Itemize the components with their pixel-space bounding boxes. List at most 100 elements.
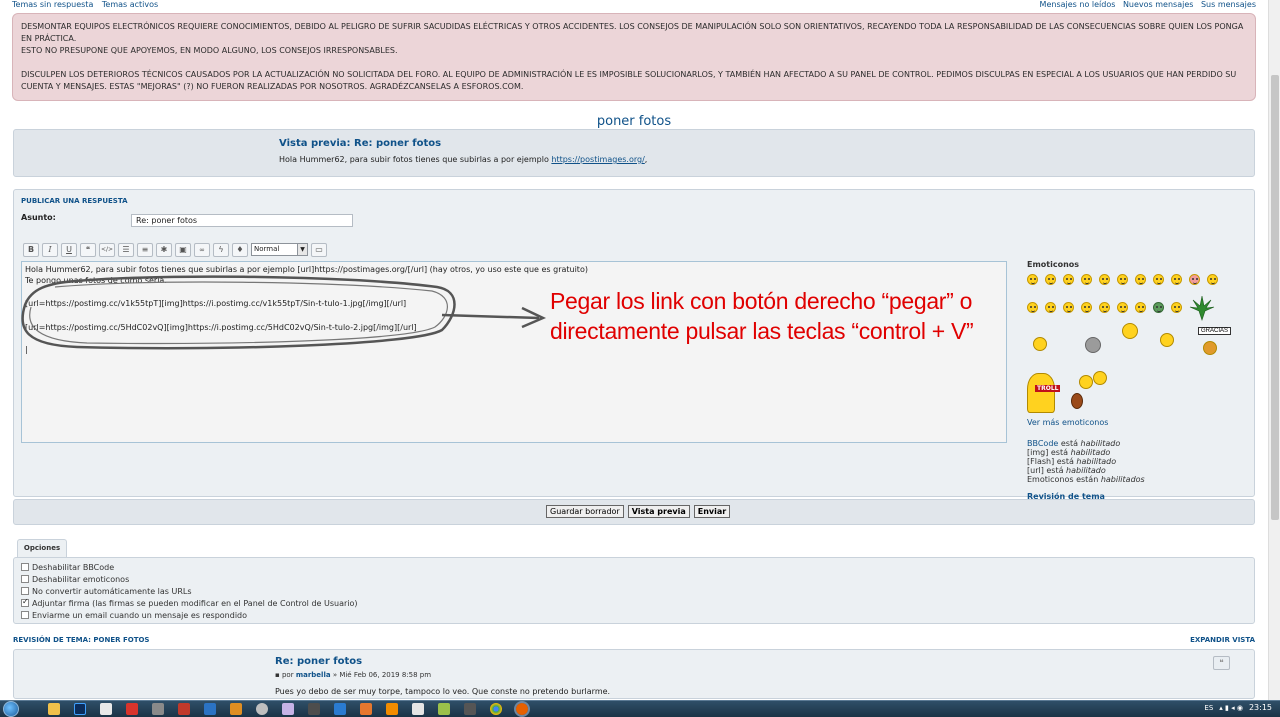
link-own-posts[interactable]: Sus mensajes <box>1201 0 1256 9</box>
submit-button[interactable]: Enviar <box>693 505 731 518</box>
eating-smiley-icon[interactable] <box>1085 337 1101 353</box>
smiley-icon[interactable] <box>1027 274 1038 285</box>
numbered-list-icon[interactable]: ≡ <box>137 243 153 257</box>
font-size-select[interactable]: Normal ▼ <box>251 243 308 256</box>
cannabis-leaf-icon[interactable] <box>1189 294 1215 321</box>
smiley-icon[interactable] <box>1135 302 1146 313</box>
app-icon[interactable] <box>334 703 346 715</box>
tab-options[interactable]: Opciones <box>17 539 67 557</box>
tray-icons[interactable]: ▴ ▮ ◂ ◉ <box>1219 704 1243 712</box>
checkbox[interactable] <box>21 611 29 619</box>
smiley-icon[interactable] <box>1099 274 1110 285</box>
band-smiley-icon[interactable] <box>1079 375 1093 389</box>
quote-icon[interactable]: ❝ <box>1213 656 1230 670</box>
backpack-smiley-icon[interactable] <box>1122 323 1138 339</box>
app-icon[interactable] <box>204 703 216 715</box>
list-icon[interactable]: ☰ <box>118 243 134 257</box>
link-unread-posts[interactable]: Mensajes no leídos <box>1040 0 1116 9</box>
app-icon[interactable] <box>178 703 190 715</box>
app-icon[interactable] <box>412 703 424 715</box>
smiley-icon[interactable] <box>1153 302 1164 313</box>
checkbox-checked[interactable] <box>21 597 29 607</box>
checkbox[interactable] <box>21 587 29 595</box>
color-icon[interactable]: ♦ <box>232 243 248 257</box>
smiley-icon[interactable] <box>1045 274 1056 285</box>
band-smiley-icon-2[interactable] <box>1093 371 1107 385</box>
smiley-icon[interactable] <box>1171 274 1182 285</box>
smiley-icon[interactable] <box>1099 302 1110 313</box>
bbcode-link[interactable]: BBCode <box>1027 439 1058 448</box>
bold-button[interactable]: B <box>23 243 39 257</box>
guitar-icon[interactable] <box>1071 393 1083 409</box>
gracias-sign[interactable]: GRACIAS <box>1198 327 1232 335</box>
preview-toggle-icon[interactable]: ▭ <box>311 243 327 257</box>
link-active-topics[interactable]: Temas activos <box>102 0 158 9</box>
smiley-icon[interactable] <box>1189 274 1200 285</box>
checkbox[interactable] <box>21 575 29 583</box>
quote-icon[interactable]: ❝ <box>80 243 96 257</box>
option-disable-bbcode[interactable]: Deshabilitar BBCode <box>21 561 358 573</box>
app-icon[interactable] <box>152 703 164 715</box>
start-button[interactable] <box>3 701 19 717</box>
waving-smiley-icon[interactable] <box>1033 337 1047 351</box>
app-icon[interactable] <box>438 703 450 715</box>
underline-button[interactable]: U <box>61 243 77 257</box>
photoshop-icon[interactable] <box>74 703 86 715</box>
smiley-icon[interactable] <box>1081 302 1092 313</box>
smiley-icon[interactable] <box>1063 274 1074 285</box>
link-new-posts[interactable]: Nuevos mensajes <box>1123 0 1193 9</box>
app-icon[interactable] <box>230 703 242 715</box>
explorer-icon[interactable] <box>48 703 60 715</box>
option-disable-emoticons[interactable]: Deshabilitar emoticonos <box>21 573 358 585</box>
smiley-icon[interactable] <box>1117 274 1128 285</box>
review-post-title[interactable]: Re: poner fotos <box>275 656 610 667</box>
option-attach-signature[interactable]: Adjuntar firma (las firmas se pueden mod… <box>21 597 358 609</box>
flash-icon[interactable]: ϟ <box>213 243 229 257</box>
smiley-icon[interactable] <box>1117 302 1128 313</box>
subject-input[interactable] <box>131 214 353 227</box>
app-icon[interactable] <box>126 703 138 715</box>
smiley-icon[interactable] <box>1063 302 1074 313</box>
smiley-icon[interactable] <box>1081 274 1092 285</box>
clock[interactable]: 23:15 <box>1249 703 1272 712</box>
checkbox[interactable] <box>21 563 29 571</box>
app-icon[interactable] <box>308 703 320 715</box>
expand-view-link[interactable]: EXPANDIR VISTA <box>1190 636 1255 644</box>
topic-title[interactable]: poner fotos <box>0 114 1268 129</box>
preview-text: Hola Hummer62, para subir fotos tienes q… <box>279 155 647 164</box>
firefox-icon[interactable] <box>514 701 530 717</box>
language-indicator[interactable]: ES <box>1204 704 1213 712</box>
option-no-magic-urls[interactable]: No convertir automáticamente las URLs <box>21 585 358 597</box>
link-unanswered-topics[interactable]: Temas sin respuesta <box>12 0 93 9</box>
app-icon[interactable] <box>256 703 268 715</box>
more-emoticons-link[interactable]: Ver más emoticonos <box>1027 418 1247 427</box>
preview-button[interactable]: Vista previa <box>627 505 690 518</box>
gracias-smiley-icon[interactable] <box>1203 341 1217 355</box>
image-icon[interactable]: ▣ <box>175 243 191 257</box>
chrome-icon[interactable] <box>490 703 502 715</box>
smiley-icon[interactable] <box>1207 274 1218 285</box>
smiley-icon[interactable] <box>1045 302 1056 313</box>
smiley-icon[interactable] <box>1135 274 1146 285</box>
scrollbar-thumb[interactable] <box>1271 75 1279 520</box>
post-author[interactable]: marbella <box>296 671 331 679</box>
vlc-icon[interactable] <box>386 703 398 715</box>
app-icon[interactable] <box>464 703 476 715</box>
page-scrollbar[interactable] <box>1268 0 1280 700</box>
reply-header: PUBLICAR UNA RESPUESTA <box>21 197 128 205</box>
italic-button[interactable]: I <box>42 243 58 257</box>
option-notify-reply[interactable]: Enviarme un email cuando un mensaje es r… <box>21 609 358 621</box>
app-icon[interactable] <box>100 703 112 715</box>
troll-icon[interactable] <box>1027 373 1055 413</box>
preview-link[interactable]: https://postimages.org/ <box>551 155 644 164</box>
smiley-icon[interactable] <box>1027 302 1038 313</box>
save-draft-button[interactable]: Guardar borrador <box>546 505 624 518</box>
app-icon[interactable] <box>282 703 294 715</box>
app-icon[interactable] <box>360 703 372 715</box>
list-item-icon[interactable]: ✱ <box>156 243 172 257</box>
smiley-icon[interactable] <box>1171 302 1182 313</box>
link-icon[interactable]: ∞ <box>194 243 210 257</box>
code-icon[interactable]: </> <box>99 243 115 257</box>
key-smiley-icon[interactable] <box>1160 333 1174 347</box>
smiley-icon[interactable] <box>1153 274 1164 285</box>
